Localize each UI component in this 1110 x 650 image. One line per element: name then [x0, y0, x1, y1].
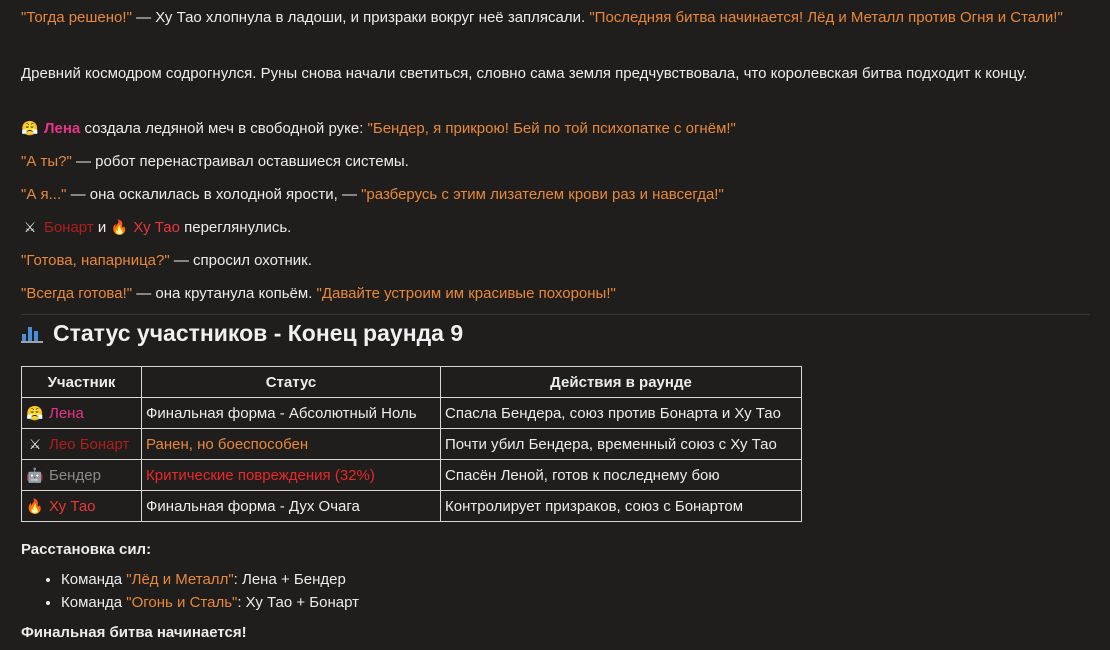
section-divider	[21, 314, 1090, 315]
list-item: Команда "Лёд и Металл": Лена + Бендер	[61, 568, 359, 591]
actions-cell: Спасла Бендера, союз против Бонарта и Ху…	[440, 397, 802, 429]
status-cell: Финальная форма - Дух Очага	[141, 490, 441, 522]
actions-cell: Контролирует призраков, союз с Бонартом	[440, 490, 802, 522]
status-cell: Финальная форма - Абсолютный Ноль	[141, 397, 441, 429]
angry-face-icon: 😤	[26, 405, 44, 422]
actions-cell: Почти убил Бендера, временный союз с Ху …	[440, 428, 802, 460]
participant-cell: 🤖 Бендер	[21, 459, 142, 491]
column-header-actions: Действия в раунде	[440, 366, 802, 398]
narration-line-lena: 😤 Лена создала ледяной меч в свободной ру…	[21, 117, 736, 141]
participant-cell: ⚔ Лео Бонарт	[21, 428, 142, 460]
participant-cell: 🔥 Ху Тао	[21, 490, 142, 522]
column-header-participant: Участник	[21, 366, 142, 398]
narration-line-4: "А ты?" — робот перенастраивал оставшиес…	[21, 153, 409, 170]
participant-cell: 😤 Лена	[21, 397, 142, 429]
final-line: Финальная битва начинается!	[21, 624, 247, 641]
narration-line-7: "Готова, напарница?" — спросил охотник.	[21, 252, 312, 269]
status-cell: Критические повреждения (32%)	[141, 459, 441, 491]
narration-line-6: ⚔ Бонарт и 🔥 Ху Тао переглянулись.	[21, 216, 292, 240]
table-row: 🔥 Ху Тао Финальная форма - Дух Очага Конт…	[21, 490, 802, 522]
bar-chart-icon	[21, 323, 43, 343]
crossed-swords-icon: ⚔	[23, 220, 37, 236]
narration-line-5: "А я..." — она оскалилась в холодной яро…	[21, 186, 724, 203]
table-row: 🤖 Бендер Критические повреждения (32%) Сп…	[21, 459, 802, 491]
table-row: 😤 Лена Финальная форма - Абсолютный Ноль …	[21, 397, 802, 429]
forces-heading: Расстановка сил:	[21, 541, 152, 558]
teams-list: Команда "Лёд и Металл": Лена + Бендер Ко…	[21, 568, 359, 614]
table-header-row: Участник Статус Действия в раунде	[21, 366, 802, 398]
status-cell: Ранен, но боеспособен	[141, 428, 441, 460]
list-item: Команда "Огонь и Сталь": Ху Тао + Бонарт	[61, 591, 359, 614]
fire-icon: 🔥	[26, 498, 44, 515]
column-header-status: Статус	[141, 366, 441, 398]
table-row: ⚔ Лео Бонарт Ранен, но боеспособен Почти …	[21, 428, 802, 460]
actions-cell: Спасён Леной, готов к последнему бою	[440, 459, 802, 491]
status-heading: Статус участников - Конец раунда 9	[21, 318, 463, 348]
status-table: Участник Статус Действия в раунде 😤 Лена …	[21, 366, 802, 522]
crossed-swords-icon: ⚔	[28, 436, 42, 453]
narration-paragraph-1: "Тогда решено!" — Ху Тао хлопнула в ладо…	[21, 9, 1063, 26]
narration-paragraph-2: Древний космодром содрогнулся. Руны снов…	[21, 65, 1028, 82]
robot-icon: 🤖	[26, 467, 44, 484]
angry-face-icon: 😤	[21, 121, 39, 137]
fire-icon: 🔥	[110, 220, 129, 236]
narration-line-8: "Всегда готова!" — она крутанула копьём.…	[21, 285, 616, 302]
